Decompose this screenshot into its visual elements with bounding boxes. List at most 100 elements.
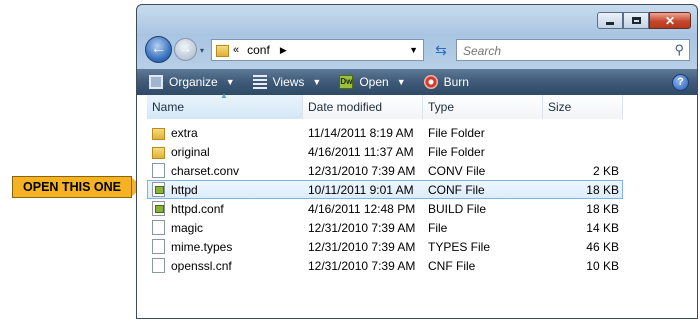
file-size: 2 KB: [592, 163, 619, 178]
forward-arrow-icon: →: [179, 41, 192, 56]
refresh-icon[interactable]: ⇆: [430, 39, 452, 61]
maximize-button[interactable]: [623, 12, 649, 29]
file-date: 12/31/2010 7:39 AM: [308, 163, 416, 178]
dreamweaver-file-icon: [152, 201, 165, 216]
file-size: 18 KB: [586, 182, 619, 197]
file-date: 12/31/2010 7:39 AM: [308, 258, 416, 273]
file-row[interactable]: mime.types 12/31/2010 7:39 AM TYPES File 46…: [147, 237, 623, 256]
file-name-cell: httpd: [147, 182, 303, 197]
column-header-name-label: Name: [152, 100, 185, 114]
file-date: 4/16/2011 12:48 PM: [308, 201, 416, 216]
file-row[interactable]: openssl.cnf 12/31/2010 7:39 AM CNF File 10 …: [147, 256, 623, 275]
file-name-cell: extra: [147, 126, 303, 140]
file-icon: [152, 258, 165, 273]
burn-label: Burn: [443, 75, 469, 89]
file-name: openssl.cnf: [171, 258, 232, 273]
folder-icon: [152, 146, 165, 159]
file-name: mime.types: [171, 239, 233, 254]
organize-button[interactable]: Organize ▼: [143, 71, 241, 93]
forward-button[interactable]: →: [174, 38, 197, 61]
file-row[interactable]: httpd 10/11/2011 9:01 AM CONF File 18 KB: [147, 180, 623, 199]
file-name: extra: [171, 125, 198, 140]
file-list: ▲ Name Date modified Type Size extra 11/1…: [137, 91, 697, 318]
file-row[interactable]: httpd.conf 4/16/2011 12:48 PM BUILD File 18…: [147, 199, 623, 218]
file-date: 11/14/2011 8:19 AM: [308, 125, 414, 140]
file-name-cell: httpd.conf: [147, 201, 303, 216]
back-arrow-icon: ←: [150, 40, 167, 57]
back-button[interactable]: ←: [145, 36, 172, 63]
file-name-cell: original: [147, 145, 303, 159]
file-name: magic: [171, 220, 204, 235]
minimize-button[interactable]: [597, 12, 623, 29]
column-header-size[interactable]: Size: [543, 95, 623, 119]
file-type: CONV File: [428, 163, 486, 178]
column-header-type[interactable]: Type: [423, 95, 543, 119]
burn-disc-icon: [423, 75, 438, 89]
organize-icon: [149, 75, 163, 89]
file-type: TYPES File: [428, 239, 491, 254]
file-row[interactable]: original 4/16/2011 11:37 AM File Folder: [147, 142, 623, 161]
window-controls: ✕: [597, 12, 691, 29]
file-name-cell: charset.conv: [147, 163, 303, 178]
sort-ascending-icon: ▲: [220, 91, 228, 100]
column-header-date[interactable]: Date modified: [303, 95, 423, 119]
breadcrumb-overflow[interactable]: «: [233, 44, 239, 56]
file-name: httpd.conf: [171, 201, 224, 216]
breadcrumb-conf[interactable]: conf: [247, 43, 270, 57]
file-name-cell: magic: [147, 220, 303, 235]
file-name-cell: openssl.cnf: [147, 258, 303, 273]
chevron-down-icon: ▼: [225, 77, 235, 87]
file-name: charset.conv: [171, 163, 240, 178]
close-icon: ✕: [664, 13, 676, 28]
organize-label: Organize: [169, 75, 218, 89]
column-headers: ▲ Name Date modified Type Size: [147, 91, 623, 119]
file-type: CNF File: [428, 258, 476, 273]
file-type: CONF File: [428, 182, 485, 197]
explorer-window: ✕ ← → ▾ « conf ▶ ▼ ⇆ ⚲ Organize ▼ Views …: [136, 4, 698, 319]
folder-icon: [152, 127, 165, 140]
file-size: 46 KB: [586, 239, 619, 254]
recent-pages-dropdown[interactable]: ▾: [200, 46, 204, 55]
close-button[interactable]: ✕: [649, 12, 691, 29]
file-date: 4/16/2011 11:37 AM: [308, 144, 414, 159]
file-type: File Folder: [428, 144, 485, 159]
breadcrumb-arrow-icon[interactable]: ▶: [280, 45, 287, 56]
file-row[interactable]: magic 12/31/2010 7:39 AM File 14 KB: [147, 218, 623, 237]
burn-button[interactable]: Burn: [418, 71, 475, 93]
file-name: httpd: [171, 182, 198, 197]
file-date: 10/11/2011 9:01 AM: [308, 182, 414, 197]
views-icon: [252, 75, 267, 89]
file-rows: extra 11/14/2011 8:19 AM File Folder origin…: [147, 123, 623, 275]
address-bar[interactable]: « conf ▶ ▼: [211, 39, 424, 61]
dreamweaver-icon: Dw: [339, 75, 354, 89]
dreamweaver-file-icon: [152, 182, 165, 197]
views-label: Views: [272, 75, 305, 89]
file-icon: [152, 220, 165, 235]
file-name: original: [171, 144, 210, 159]
open-label: Open: [359, 75, 389, 89]
file-row[interactable]: charset.conv 12/31/2010 7:39 AM CONV File 2…: [147, 161, 623, 180]
file-type: File: [428, 220, 448, 235]
search-input[interactable]: [461, 41, 665, 61]
file-size: 18 KB: [586, 201, 619, 216]
file-type: File Folder: [428, 125, 485, 140]
file-size: 14 KB: [586, 220, 619, 235]
minimize-icon: [606, 21, 614, 25]
chevron-down-icon: ▼: [396, 77, 406, 87]
callout-label: OPEN THIS ONE: [12, 176, 132, 198]
folder-icon: [216, 45, 229, 57]
navigation-bar: ← → ▾ « conf ▶ ▼ ⇆ ⚲: [145, 36, 691, 64]
address-dropdown-icon[interactable]: ▼: [409, 45, 418, 55]
help-icon[interactable]: ?: [672, 73, 689, 91]
file-icon: [152, 163, 165, 178]
file-date: 12/31/2010 7:39 AM: [308, 220, 416, 235]
file-icon: [152, 239, 165, 254]
file-size: 10 KB: [586, 258, 619, 273]
column-header-name[interactable]: ▲ Name: [147, 91, 303, 119]
search-icon[interactable]: ⚲: [674, 42, 684, 58]
views-button[interactable]: Views ▼: [247, 71, 328, 93]
maximize-icon: [631, 17, 641, 24]
file-row[interactable]: extra 11/14/2011 8:19 AM File Folder: [147, 123, 623, 142]
search-box[interactable]: ⚲: [456, 39, 690, 61]
open-button[interactable]: Dw Open ▼: [333, 71, 411, 93]
